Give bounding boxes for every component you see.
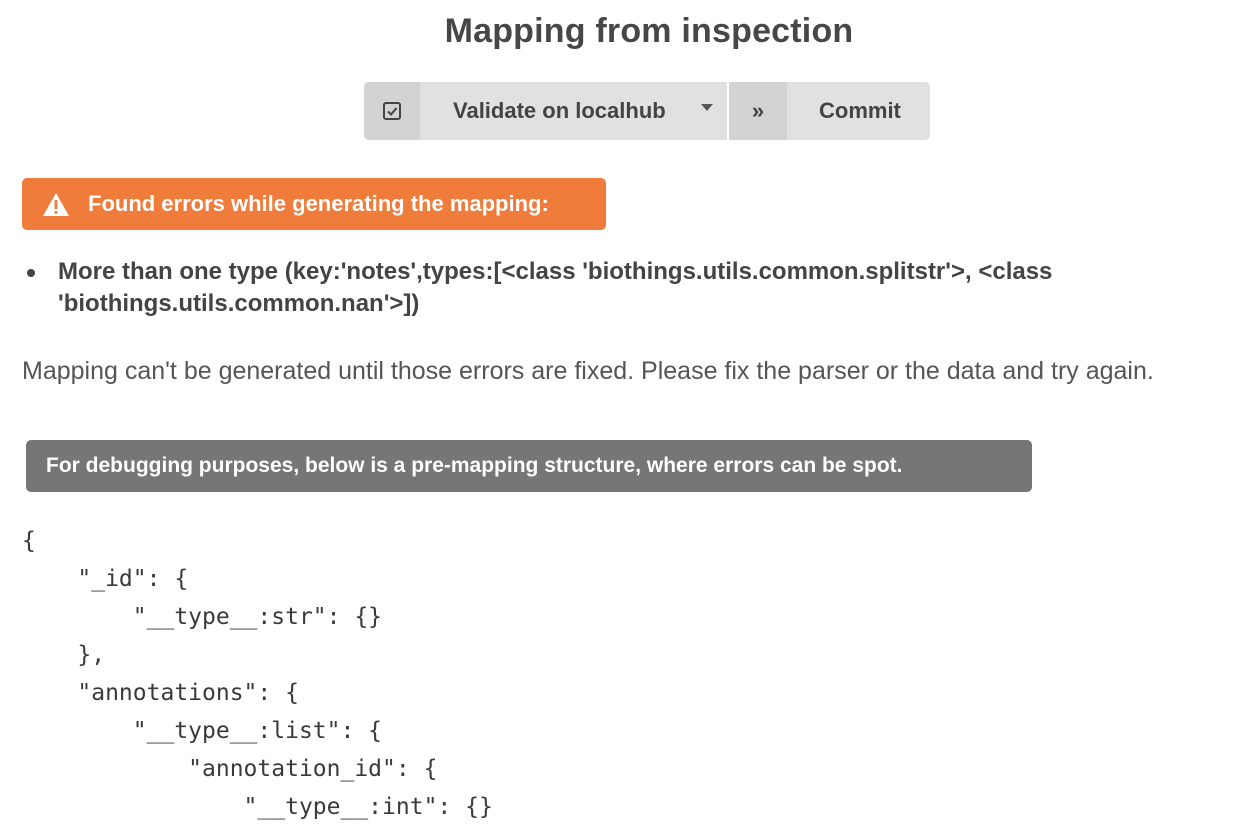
- error-banner: Found errors while generating the mappin…: [22, 178, 606, 230]
- checkbox-check-icon: [364, 82, 420, 140]
- double-chevron-right-icon: »: [729, 82, 787, 140]
- commit-label: Commit: [819, 98, 901, 123]
- validate-label: Validate on localhub: [453, 98, 666, 123]
- commit-button[interactable]: » Commit: [729, 82, 930, 140]
- error-list: More than one type (key:'notes',types:[<…: [22, 256, 1232, 320]
- error-item-text: More than one type (key:'notes',types:[<…: [58, 258, 1053, 317]
- action-toolbar: Validate on localhub » Commit: [364, 82, 930, 140]
- error-banner-label: Found errors while generating the mappin…: [88, 191, 549, 216]
- caret-down-icon[interactable]: [701, 104, 713, 111]
- validate-dropdown-button[interactable]: Validate on localhub: [364, 82, 727, 140]
- page-title: Mapping from inspection: [444, 12, 854, 50]
- error-message: Mapping can't be generated until those e…: [22, 357, 1154, 385]
- debug-banner: For debugging purposes, below is a pre-m…: [26, 440, 1032, 492]
- warning-triangle-icon: [42, 191, 70, 217]
- pre-mapping-code: { "_id": { "__type__:str": {} }, "annota…: [22, 528, 493, 820]
- bullet-icon: [27, 269, 35, 277]
- list-item: More than one type (key:'notes',types:[<…: [22, 256, 1232, 320]
